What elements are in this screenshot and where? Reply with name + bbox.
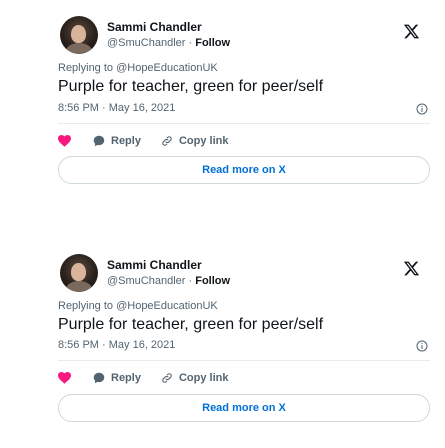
heart-icon[interactable] xyxy=(58,135,71,147)
reply-button[interactable]: Reply xyxy=(93,135,141,147)
follow-button[interactable]: Follow xyxy=(195,275,230,287)
author-handle[interactable]: @SmuChandler xyxy=(107,37,185,49)
tweet-timestamp[interactable]: 8:56 PM · May 16, 2021 xyxy=(58,339,175,351)
reply-bubble-icon xyxy=(93,135,105,147)
avatar[interactable] xyxy=(60,16,98,54)
handle-separator: · xyxy=(185,37,196,49)
follow-button[interactable]: Follow xyxy=(195,37,230,49)
heart-icon[interactable] xyxy=(58,372,71,384)
copy-link-button[interactable]: Copy link xyxy=(161,135,229,147)
divider xyxy=(58,360,430,361)
author-name[interactable]: Sammi Chandler xyxy=(107,20,202,34)
read-more-button[interactable]: Read more on X xyxy=(58,394,430,422)
handle-separator: · xyxy=(185,275,196,287)
tweet-card: Sammi Chandler @SmuChandler · Follow Rep… xyxy=(0,0,445,224)
copy-link-label: Copy link xyxy=(178,135,229,147)
author-handle-line: @SmuChandler · Follow xyxy=(107,275,230,287)
avatar[interactable] xyxy=(60,254,98,292)
x-logo-icon[interactable] xyxy=(403,23,420,40)
info-icon[interactable] xyxy=(416,103,428,115)
author-handle[interactable]: @SmuChandler xyxy=(107,275,185,287)
tweet-embed-list: Sammi Chandler @SmuChandler · Follow Rep… xyxy=(0,0,445,448)
link-icon xyxy=(162,136,172,146)
copy-link-label: Copy link xyxy=(178,372,229,384)
reply-label: Reply xyxy=(111,372,141,384)
link-icon xyxy=(162,373,172,383)
tweet-text: Purple for teacher, green for peer/self xyxy=(58,316,324,333)
reply-label: Reply xyxy=(111,135,141,147)
tweet-actions: Reply Copy link xyxy=(58,370,228,386)
replying-to: Replying to @HopeEducationUK xyxy=(58,62,218,74)
author-name[interactable]: Sammi Chandler xyxy=(107,258,202,272)
copy-link-button[interactable]: Copy link xyxy=(161,372,229,384)
tweet-timestamp[interactable]: 8:56 PM · May 16, 2021 xyxy=(58,102,175,114)
read-more-button[interactable]: Read more on X xyxy=(58,156,430,184)
replying-to: Replying to @HopeEducationUK xyxy=(58,300,218,312)
tweet-actions: Reply Copy link xyxy=(58,133,228,149)
reply-bubble-icon xyxy=(93,372,105,384)
tweet-card: Sammi Chandler @SmuChandler · Follow Rep… xyxy=(0,224,445,448)
info-icon[interactable] xyxy=(416,340,428,352)
author-handle-line: @SmuChandler · Follow xyxy=(107,37,230,49)
reply-button[interactable]: Reply xyxy=(93,372,141,384)
divider xyxy=(58,123,430,124)
tweet-text: Purple for teacher, green for peer/self xyxy=(58,78,324,95)
x-logo-icon[interactable] xyxy=(403,260,420,277)
